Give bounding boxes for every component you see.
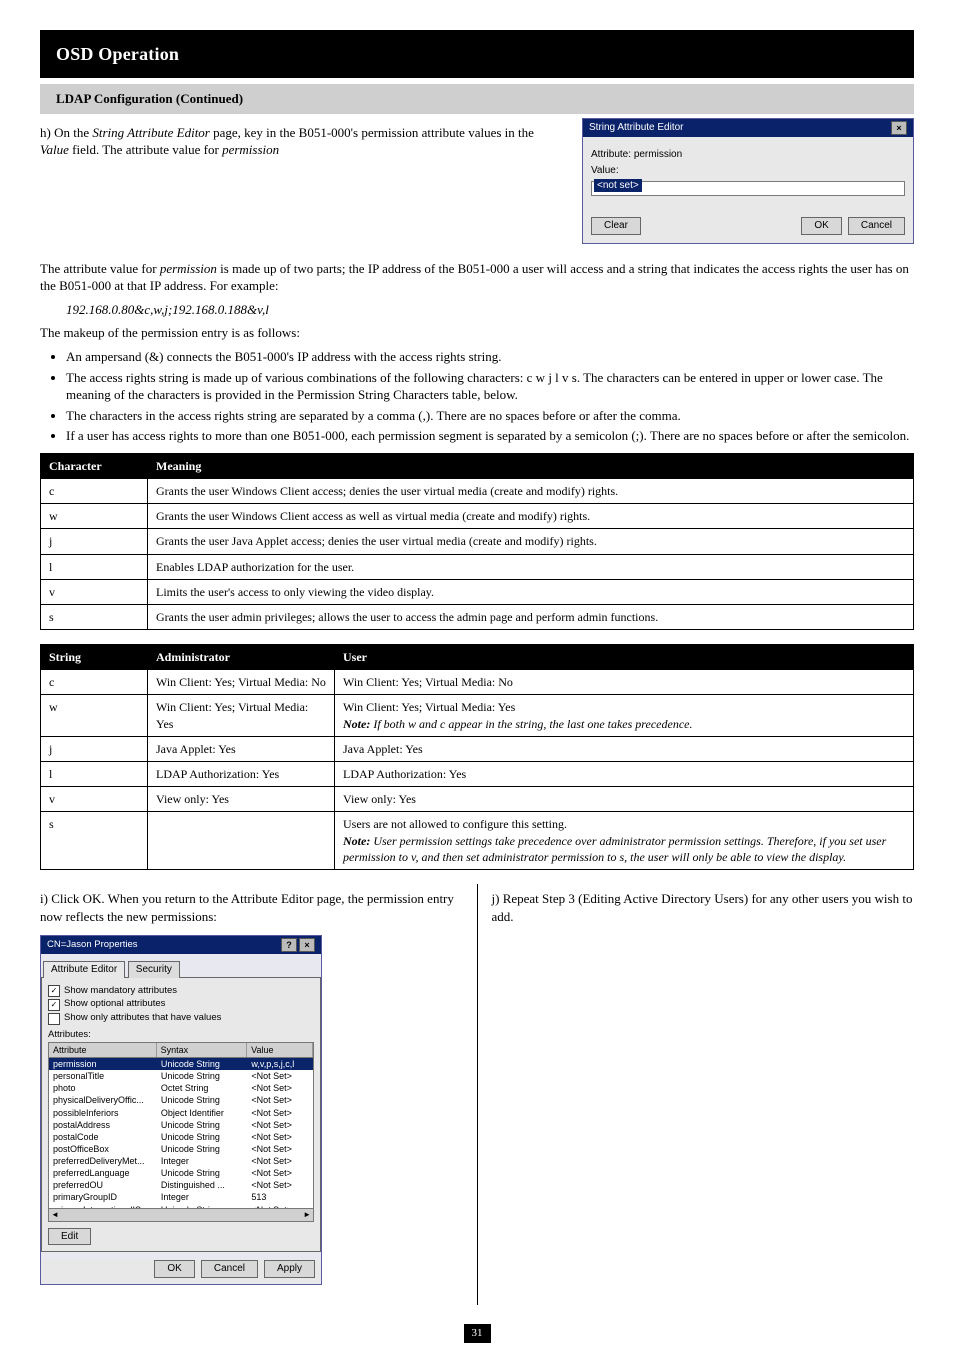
chk-optional[interactable]: ✓Show optional attributes bbox=[48, 998, 314, 1011]
apply-button[interactable]: Apply bbox=[264, 1260, 315, 1278]
string-role-table: String Administrator User cWin Client: Y… bbox=[40, 644, 914, 870]
column-divider bbox=[477, 884, 478, 1305]
attribute-label: Attribute: bbox=[591, 149, 631, 160]
t1-h0: Character bbox=[41, 453, 148, 478]
list-item[interactable]: postOfficeBoxUnicode String<Not Set> bbox=[49, 1143, 313, 1155]
close-icon[interactable]: × bbox=[299, 938, 315, 952]
table-row: vLimits the user's access to only viewin… bbox=[41, 579, 914, 604]
bullet-item: If a user has access rights to more than… bbox=[66, 427, 914, 445]
list-item[interactable]: physicalDeliveryOffic...Unicode String<N… bbox=[49, 1094, 313, 1106]
help-icon[interactable]: ? bbox=[281, 938, 297, 952]
table-row: jJava Applet: YesJava Applet: Yes bbox=[41, 736, 914, 761]
list-item[interactable]: permissionUnicode Stringw,v,p,s,j,c,l bbox=[49, 1058, 313, 1070]
char-meaning-table: Character Meaning cGrants the user Windo… bbox=[40, 453, 914, 630]
table-row: vView only: YesView only: Yes bbox=[41, 787, 914, 812]
step-i: i) Click OK. When you return to the Attr… bbox=[40, 890, 463, 925]
dialog-title-2: CN=Jason Properties bbox=[47, 939, 138, 952]
t2-h0: String bbox=[41, 645, 148, 670]
step-h: h) On the String Attribute Editor page, … bbox=[40, 124, 560, 159]
chk-mandatory[interactable]: ✓Show mandatory attributes bbox=[48, 985, 314, 998]
bullet-item: The characters in the access rights stri… bbox=[66, 407, 914, 425]
table-row: sGrants the user admin privileges; allow… bbox=[41, 604, 914, 629]
list-item[interactable]: primaryGroupIDInteger513 bbox=[49, 1191, 313, 1203]
table-row: lLDAP Authorization: YesLDAP Authorizati… bbox=[41, 762, 914, 787]
table-row: lEnables LDAP authorization for the user… bbox=[41, 554, 914, 579]
permission-explain: The attribute value for permission is ma… bbox=[40, 260, 914, 295]
subsection-header: LDAP Configuration (Continued) bbox=[40, 84, 914, 114]
tab-attribute-editor[interactable]: Attribute Editor bbox=[43, 961, 125, 978]
value-label: Value: bbox=[591, 165, 619, 176]
ok-button-2[interactable]: OK bbox=[154, 1260, 194, 1278]
bullet-item: An ampersand (&) connects the B051-000's… bbox=[66, 348, 914, 366]
table-row: wGrants the user Windows Client access a… bbox=[41, 504, 914, 529]
list-header: Attribute Syntax Value bbox=[48, 1042, 314, 1058]
t2-h2: User bbox=[335, 645, 914, 670]
t2-h1: Administrator bbox=[148, 645, 335, 670]
scrollbar[interactable]: ◄► bbox=[48, 1209, 314, 1222]
cancel-button[interactable]: Cancel bbox=[848, 217, 905, 235]
list-item[interactable]: preferredLanguageUnicode String<Not Set> bbox=[49, 1167, 313, 1179]
attributes-label: Attributes: bbox=[48, 1029, 314, 1042]
permission-note: The makeup of the permission entry is as… bbox=[40, 324, 914, 342]
list-item[interactable]: postalAddressUnicode String<Not Set> bbox=[49, 1119, 313, 1131]
section-header: OSD Operation bbox=[40, 30, 914, 78]
table-row: jGrants the user Java Applet access; den… bbox=[41, 529, 914, 554]
list-item[interactable]: preferredDeliveryMet...Integer<Not Set> bbox=[49, 1155, 313, 1167]
figure-properties-dialog: CN=Jason Properties ? × Attribute Editor… bbox=[40, 935, 322, 1285]
table-row: cWin Client: Yes; Virtual Media: NoWin C… bbox=[41, 670, 914, 695]
page-number: 31 bbox=[40, 1323, 914, 1343]
table-row: wWin Client: Yes; Virtual Media: YesWin … bbox=[41, 695, 914, 736]
edit-button[interactable]: Edit bbox=[48, 1228, 91, 1246]
bullet-item: The access rights string is made up of v… bbox=[66, 369, 914, 404]
dialog-title: String Attribute Editor bbox=[589, 121, 684, 135]
bullet-list: An ampersand (&) connects the B051-000's… bbox=[40, 348, 914, 445]
chk-values-only[interactable]: Show only attributes that have values bbox=[48, 1012, 314, 1025]
list-item[interactable]: photoOctet String<Not Set> bbox=[49, 1082, 313, 1094]
permission-example: 192.168.0.80&c,w,j;192.168.0.188&v,l bbox=[66, 301, 914, 319]
section-title: OSD Operation bbox=[56, 42, 898, 66]
list-item[interactable]: personalTitleUnicode String<Not Set> bbox=[49, 1070, 313, 1082]
table-row: sUsers are not allowed to configure this… bbox=[41, 812, 914, 870]
cancel-button-2[interactable]: Cancel bbox=[201, 1260, 258, 1278]
attribute-list[interactable]: permissionUnicode Stringw,v,p,s,j,c,lper… bbox=[48, 1058, 314, 1209]
attribute-value: permission bbox=[634, 149, 682, 160]
ok-button[interactable]: OK bbox=[801, 217, 841, 235]
tab-security[interactable]: Security bbox=[128, 961, 180, 978]
close-icon[interactable]: × bbox=[891, 121, 907, 135]
value-selected-text: <not set> bbox=[594, 179, 642, 193]
list-item[interactable]: postalCodeUnicode String<Not Set> bbox=[49, 1131, 313, 1143]
figure-string-attribute-editor: String Attribute Editor × Attribute: per… bbox=[582, 118, 914, 244]
clear-button[interactable]: Clear bbox=[591, 217, 641, 235]
table-row: cGrants the user Windows Client access; … bbox=[41, 478, 914, 503]
list-item[interactable]: possibleInferiorsObject Identifier<Not S… bbox=[49, 1107, 313, 1119]
t1-h1: Meaning bbox=[148, 453, 914, 478]
highlight-box bbox=[40, 1293, 110, 1305]
step-j: j) Repeat Step 3 (Editing Active Directo… bbox=[492, 890, 915, 925]
list-item[interactable]: preferredOUDistinguished ...<Not Set> bbox=[49, 1179, 313, 1191]
